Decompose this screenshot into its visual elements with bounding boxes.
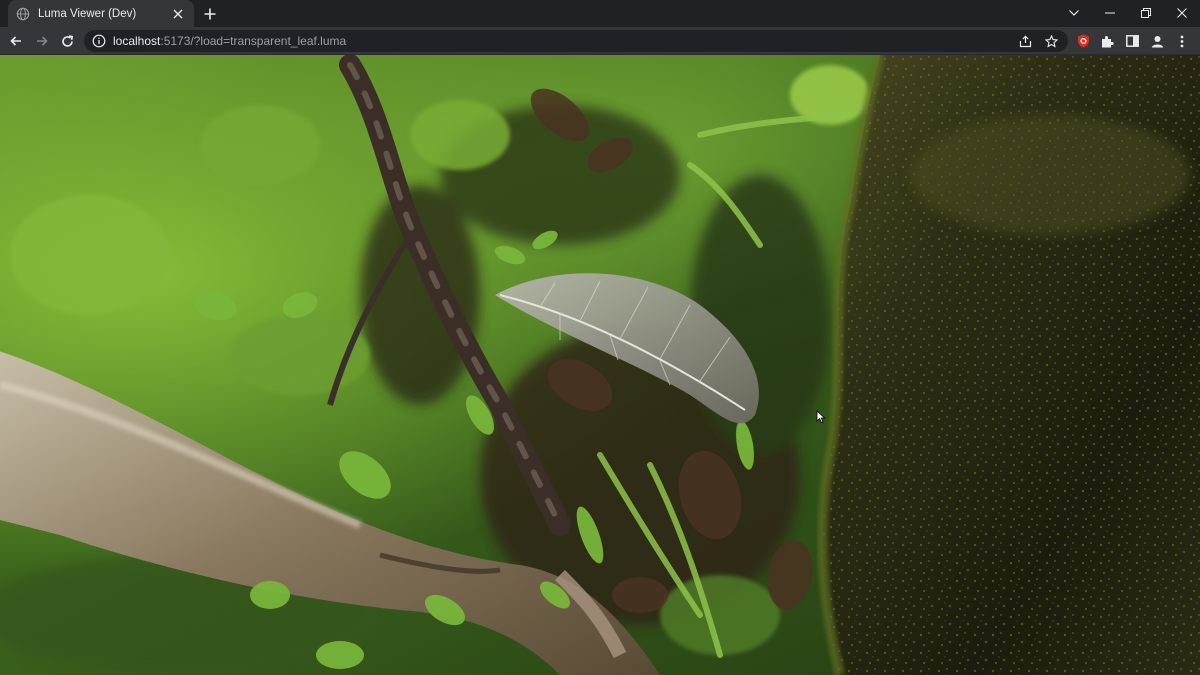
url-text[interactable]: localhost:5173/?load=transparent_leaf.lu… [113, 34, 1008, 48]
share-icon [1019, 34, 1031, 47]
share-button[interactable] [1016, 32, 1034, 50]
shield-extension-icon [1077, 34, 1089, 48]
luma-3d-viewport[interactable] [0, 55, 1200, 675]
url-host: localhost [113, 34, 161, 48]
tab-close-button[interactable] [170, 6, 186, 22]
reload-icon [61, 34, 73, 47]
browser-toolbar: localhost:5173/?load=transparent_leaf.lu… [0, 27, 1200, 55]
arrow-right-icon [37, 36, 48, 46]
kebab-menu-icon [1180, 35, 1184, 47]
side-panel-button[interactable] [1122, 31, 1142, 51]
url-path: :5173/?load=transparent_leaf.luma [160, 34, 347, 48]
forward-button[interactable] [32, 31, 52, 51]
profile-button[interactable] [1147, 31, 1167, 51]
restore-button[interactable] [1128, 0, 1164, 26]
close-window-button[interactable] [1164, 0, 1200, 26]
minimize-icon [1105, 12, 1115, 14]
restore-icon [1141, 8, 1151, 18]
tab-search-button[interactable] [1056, 0, 1092, 26]
extensions-button[interactable] [1097, 31, 1117, 51]
bookmark-button[interactable] [1042, 32, 1060, 50]
profile-icon [1151, 35, 1163, 47]
info-icon[interactable] [92, 34, 106, 48]
forest-floor-scene [0, 55, 1200, 675]
puzzle-icon [1101, 35, 1114, 47]
star-icon [1044, 34, 1058, 48]
arrow-left-icon [10, 36, 21, 46]
globe-icon [16, 7, 30, 20]
back-button[interactable] [6, 31, 26, 51]
plus-icon [204, 8, 216, 20]
tab-title: Luma Viewer (Dev) [38, 7, 137, 20]
address-bar[interactable]: localhost:5173/?load=transparent_leaf.lu… [84, 30, 1068, 52]
new-tab-button[interactable] [200, 4, 220, 24]
chevron-down-icon [1069, 10, 1079, 16]
side-panel-icon [1125, 35, 1139, 47]
close-icon [173, 9, 183, 18]
close-icon [1177, 8, 1187, 18]
browser-menu-button[interactable] [1172, 31, 1192, 51]
mouse-cursor-icon [816, 410, 826, 424]
tab-luma-viewer[interactable]: Luma Viewer (Dev) [8, 0, 194, 27]
tab-strip: Luma Viewer (Dev) [0, 0, 1200, 27]
minimize-button[interactable] [1092, 0, 1128, 26]
reload-button[interactable] [57, 31, 77, 51]
extension-shield-button[interactable] [1073, 31, 1093, 51]
